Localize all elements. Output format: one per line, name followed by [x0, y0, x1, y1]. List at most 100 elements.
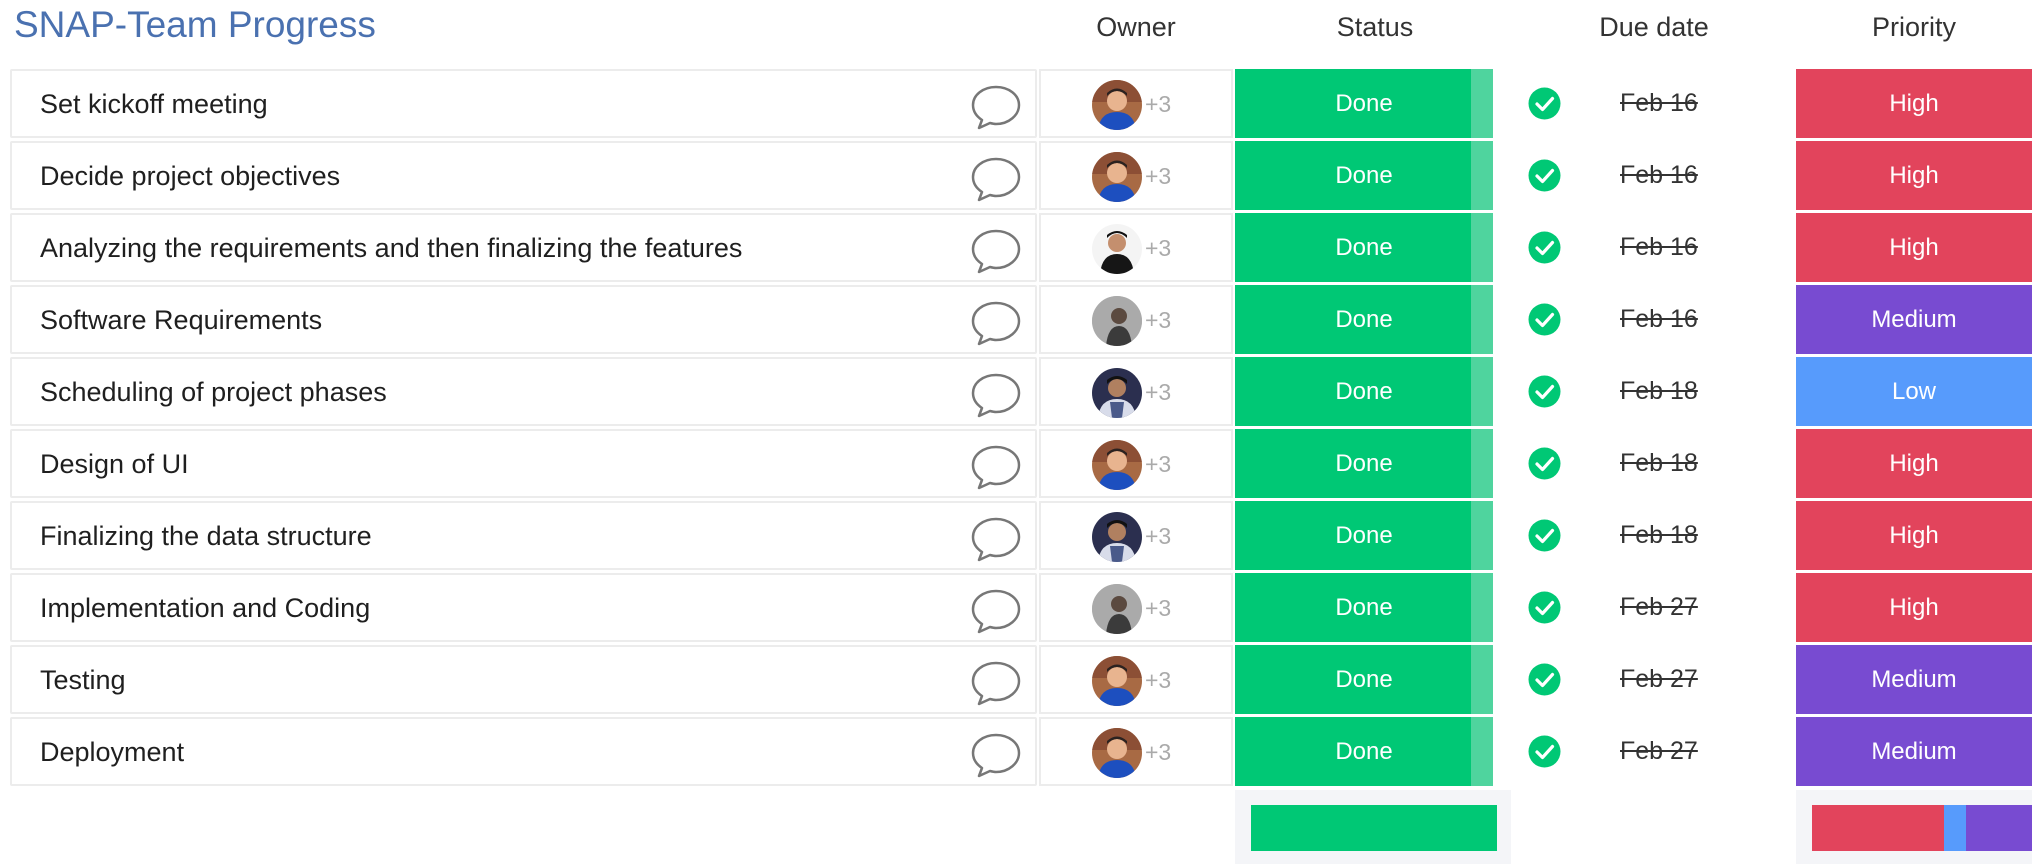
table-row[interactable]: Set kickoff meeting +3 Done Feb 16 High — [0, 69, 2037, 141]
table-row[interactable]: Implementation and Coding +3 Done Feb 27… — [0, 573, 2037, 645]
owner-cell[interactable]: +3 — [1039, 285, 1233, 354]
comment-icon[interactable] — [970, 660, 1022, 706]
priority-cell[interactable]: Low — [1796, 357, 2032, 426]
task-name-cell[interactable]: Analyzing the requirements and then fina… — [10, 213, 1037, 282]
owner-cell[interactable]: +3 — [1039, 573, 1233, 642]
task-name-cell[interactable]: Software Requirements — [10, 285, 1037, 354]
column-header-owner[interactable]: Owner — [1039, 12, 1233, 43]
table-row[interactable]: Design of UI +3 Done Feb 18 High — [0, 429, 2037, 501]
priority-cell[interactable]: High — [1796, 213, 2032, 282]
avatar[interactable] — [1092, 368, 1142, 418]
owner-cell[interactable]: +3 — [1039, 717, 1233, 786]
avatar[interactable] — [1092, 512, 1142, 562]
owner-cell[interactable]: +3 — [1039, 141, 1233, 210]
status-cell[interactable]: Done — [1235, 573, 1493, 642]
status-cell[interactable]: Done — [1235, 213, 1493, 282]
status-cell[interactable]: Done — [1235, 429, 1493, 498]
avatar[interactable] — [1092, 80, 1142, 130]
task-name[interactable]: Implementation and Coding — [40, 575, 370, 642]
task-name-cell[interactable]: Implementation and Coding — [10, 573, 1037, 642]
due-date-cell[interactable]: Feb 16 — [1514, 285, 1794, 354]
task-name[interactable]: Decide project objectives — [40, 143, 340, 210]
avatar[interactable] — [1092, 296, 1142, 346]
due-date-cell[interactable]: Feb 18 — [1514, 429, 1794, 498]
task-name[interactable]: Software Requirements — [40, 287, 322, 354]
due-date-cell[interactable]: Feb 27 — [1514, 645, 1794, 714]
owner-cell[interactable]: +3 — [1039, 213, 1233, 282]
owner-cell[interactable]: +3 — [1039, 645, 1233, 714]
table-row[interactable]: Finalizing the data structure +3 Done Fe… — [0, 501, 2037, 573]
owner-cell[interactable]: +3 — [1039, 501, 1233, 570]
due-date-cell[interactable]: Feb 18 — [1514, 357, 1794, 426]
owner-cell[interactable]: +3 — [1039, 429, 1233, 498]
priority-cell[interactable]: Medium — [1796, 645, 2032, 714]
comment-icon[interactable] — [970, 588, 1022, 634]
task-name[interactable]: Scheduling of project phases — [40, 359, 387, 426]
priority-cell[interactable]: High — [1796, 501, 2032, 570]
task-name-cell[interactable]: Scheduling of project phases — [10, 357, 1037, 426]
status-cell[interactable]: Done — [1235, 69, 1493, 138]
task-name-cell[interactable]: Finalizing the data structure — [10, 501, 1037, 570]
priority-cell[interactable]: High — [1796, 141, 2032, 210]
status-summary-bar[interactable] — [1251, 805, 1497, 851]
comment-icon[interactable] — [970, 156, 1022, 202]
owner-cell[interactable]: +3 — [1039, 357, 1233, 426]
avatar[interactable] — [1092, 152, 1142, 202]
task-name[interactable]: Design of UI — [40, 431, 189, 498]
table-row[interactable]: Analyzing the requirements and then fina… — [0, 213, 2037, 285]
task-name[interactable]: Testing — [40, 647, 126, 714]
owner-cell[interactable]: +3 — [1039, 69, 1233, 138]
priority-label: Medium — [1871, 666, 1957, 693]
table-row[interactable]: Testing +3 Done Feb 27 Medium — [0, 645, 2037, 717]
task-name-cell[interactable]: Deployment — [10, 717, 1037, 786]
column-header-due-date[interactable]: Due date — [1514, 12, 1794, 43]
status-cell[interactable]: Done — [1235, 357, 1493, 426]
due-date-cell[interactable]: Feb 18 — [1514, 501, 1794, 570]
priority-cell[interactable]: Medium — [1796, 717, 2032, 786]
status-cell[interactable]: Done — [1235, 285, 1493, 354]
table-row[interactable]: Deployment +3 Done Feb 27 Medium — [0, 717, 2037, 789]
task-name-cell[interactable]: Testing — [10, 645, 1037, 714]
column-header-status[interactable]: Status — [1235, 12, 1515, 43]
priority-label: High — [1889, 234, 1939, 261]
status-cell[interactable]: Done — [1235, 645, 1493, 714]
column-header-priority[interactable]: Priority — [1796, 12, 2032, 43]
priority-cell[interactable]: High — [1796, 429, 2032, 498]
avatar[interactable] — [1092, 728, 1142, 778]
task-name[interactable]: Finalizing the data structure — [40, 503, 372, 570]
task-name[interactable]: Set kickoff meeting — [40, 71, 268, 138]
table-row[interactable]: Software Requirements +3 Done Feb 16 Med… — [0, 285, 2037, 357]
due-date-cell[interactable]: Feb 27 — [1514, 717, 1794, 786]
task-name[interactable]: Analyzing the requirements and then fina… — [40, 215, 742, 282]
priority-summary-bar[interactable] — [1812, 805, 2032, 851]
comment-icon[interactable] — [970, 228, 1022, 274]
comment-icon[interactable] — [970, 372, 1022, 418]
due-date-cell[interactable]: Feb 16 — [1514, 141, 1794, 210]
comment-icon[interactable] — [970, 516, 1022, 562]
status-cell[interactable]: Done — [1235, 141, 1493, 210]
priority-cell[interactable]: Medium — [1796, 285, 2032, 354]
priority-cell[interactable]: High — [1796, 69, 2032, 138]
due-date-cell[interactable]: Feb 16 — [1514, 69, 1794, 138]
comment-icon[interactable] — [970, 300, 1022, 346]
avatar[interactable] — [1092, 224, 1142, 274]
status-cell[interactable]: Done — [1235, 501, 1493, 570]
task-name-cell[interactable]: Decide project objectives — [10, 141, 1037, 210]
comment-icon[interactable] — [970, 84, 1022, 130]
avatar[interactable] — [1092, 584, 1142, 634]
task-name-cell[interactable]: Design of UI — [10, 429, 1037, 498]
due-date-cell[interactable]: Feb 27 — [1514, 573, 1794, 642]
avatar[interactable] — [1092, 656, 1142, 706]
board-title[interactable]: SNAP-Team Progress — [14, 4, 376, 46]
avatar[interactable] — [1092, 440, 1142, 490]
task-name-cell[interactable]: Set kickoff meeting — [10, 69, 1037, 138]
table-row[interactable]: Scheduling of project phases +3 Done Feb… — [0, 357, 2037, 429]
comment-icon[interactable] — [970, 732, 1022, 778]
priority-cell[interactable]: High — [1796, 573, 2032, 642]
status-cell[interactable]: Done — [1235, 717, 1493, 786]
comment-icon[interactable] — [970, 444, 1022, 490]
table-row[interactable]: Decide project objectives +3 Done Feb 16… — [0, 141, 2037, 213]
task-name[interactable]: Deployment — [40, 719, 184, 786]
priority-label: High — [1889, 162, 1939, 189]
due-date-cell[interactable]: Feb 16 — [1514, 213, 1794, 282]
